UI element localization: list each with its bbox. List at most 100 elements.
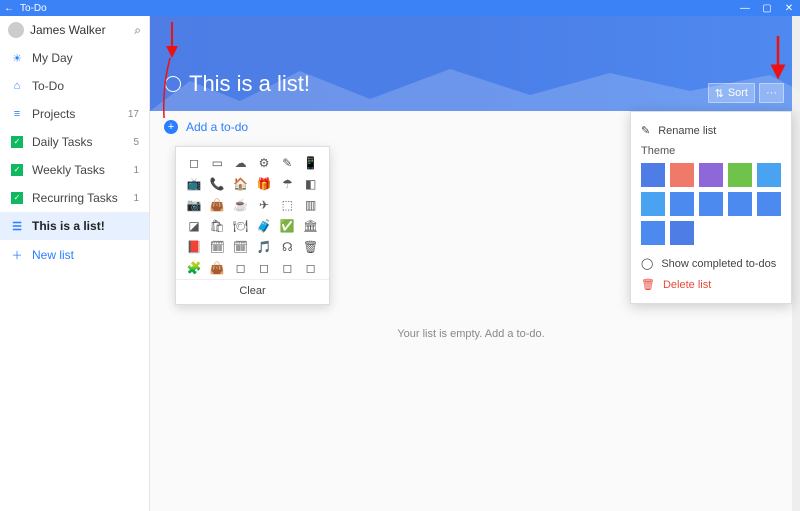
search-icon[interactable]: ⌕ [134,23,141,38]
bullet-list-icon: ☰ [10,220,24,233]
emoji-option[interactable]: ☕ [234,198,248,212]
list-emoji-button[interactable] [165,76,181,92]
emoji-option[interactable]: 📺 [187,177,201,191]
empty-list-message: Your list is empty. Add a to-do. [150,328,792,340]
sidebar-item-todo[interactable]: ⌂ To-Do [0,72,149,100]
delete-list-button[interactable]: 🗑 Delete list [641,274,781,295]
emoji-option[interactable]: 🧳 [257,219,271,233]
theme-swatch[interactable] [757,163,781,187]
list-title[interactable]: This is a list! [189,71,310,97]
sidebar-item-projects[interactable]: ≡ Projects 17 [0,100,149,128]
list-options-flyout: ✎ Rename list Theme ◯ Show completed to-… [630,111,792,304]
emoji-option[interactable]: 🍽 [234,219,248,233]
theme-swatch[interactable] [641,192,665,216]
emoji-picker-grid: ◻ ▭ ☁ ⚙ ✎ 📱 📺 📞 🏠 🎁 ☂ ◧ 📷 👜 ☕ ✈ ⬚ ▥ ◪ 🛍 🍽 🧳 ✅ 🏛 📕 🗓 🗓 🎵 ☊ 🗑 🧩 👜 ◻ ◻ ◻ ◻ [176,147,329,279]
list-options-button[interactable]: ··· [759,83,784,103]
theme-swatch[interactable] [641,221,665,245]
emoji-option[interactable]: 👜 [210,261,224,275]
theme-swatch[interactable] [699,163,723,187]
check-circle-icon: ◯ [641,257,653,270]
emoji-option[interactable]: 👜 [210,198,224,212]
emoji-option[interactable]: 🎵 [257,240,271,254]
sidebar-item-label: This is a list! [32,219,105,233]
emoji-option[interactable]: ☊ [280,240,294,254]
rename-list-button[interactable]: ✎ Rename list [641,120,781,141]
theme-swatch[interactable] [699,192,723,216]
sidebar-item-label: To-Do [32,79,64,93]
window-minimize-button[interactable]: — [734,3,756,14]
emoji-option[interactable]: 🏠 [234,177,248,191]
emoji-option[interactable]: 📞 [210,177,224,191]
sidebar-item-recurring-tasks[interactable]: ✓ Recurring Tasks 1 [0,184,149,212]
emoji-option[interactable]: ☂ [280,177,294,191]
emoji-option[interactable]: ▭ [210,156,224,170]
back-button[interactable]: ← [0,3,18,14]
theme-swatch[interactable] [670,163,694,187]
emoji-option[interactable]: 📱 [304,156,318,170]
theme-swatches [641,163,781,245]
emoji-picker-clear-button[interactable]: Clear [176,279,329,304]
sidebar-item-label: Projects [32,107,75,121]
new-list-button[interactable]: ＋ New list [0,240,149,270]
sort-icon: ⇅ [715,87,724,100]
sort-label: Sort [728,87,748,99]
sidebar-item-daily-tasks[interactable]: ✓ Daily Tasks 5 [0,128,149,156]
app-title: To-Do [18,3,734,14]
sidebar-item-my-day[interactable]: ☀ My Day [0,44,149,72]
avatar [8,22,24,38]
sidebar-item-weekly-tasks[interactable]: ✓ Weekly Tasks 1 [0,156,149,184]
emoji-option[interactable]: 🗓 [234,240,248,254]
show-completed-button[interactable]: ◯ Show completed to-dos [641,253,781,274]
emoji-option[interactable]: ☁ [234,156,248,170]
sidebar-item-label: Daily Tasks [32,135,92,149]
theme-heading: Theme [641,145,781,157]
emoji-option[interactable]: ⬚ [280,198,294,212]
emoji-option[interactable]: ⚙ [257,156,271,170]
sidebar: James Walker ⌕ ☀ My Day ⌂ To-Do ≡ Projec… [0,16,150,511]
emoji-picker: ◻ ▭ ☁ ⚙ ✎ 📱 📺 📞 🏠 🎁 ☂ ◧ 📷 👜 ☕ ✈ ⬚ ▥ ◪ 🛍 🍽 🧳 ✅ 🏛 📕 🗓 🗓 🎵 ☊ 🗑 🧩 👜 ◻ ◻ ◻ ◻ Cle… [175,146,330,305]
emoji-option[interactable]: 🗓 [210,240,224,254]
delete-list-label: Delete list [663,279,711,291]
theme-swatch[interactable] [641,163,665,187]
emoji-option[interactable]: ◻ [234,261,248,275]
main: This is a list! ⇅ Sort ··· + Add a to-do… [150,16,792,511]
theme-swatch[interactable] [728,163,752,187]
theme-swatch[interactable] [670,192,694,216]
new-list-label: New list [32,248,74,262]
theme-swatch[interactable] [670,221,694,245]
emoji-option[interactable]: ✈ [257,198,271,212]
emoji-option[interactable]: 🧩 [187,261,201,275]
theme-swatch[interactable] [728,192,752,216]
window-maximize-button[interactable]: ▢ [756,3,778,14]
emoji-option[interactable]: ▥ [304,198,318,212]
emoji-option[interactable]: ◻ [187,156,201,170]
emoji-option[interactable]: ✅ [280,219,294,233]
trash-icon: 🗑 [641,278,655,291]
sun-icon: ☀ [10,52,24,65]
emoji-option[interactable]: 📷 [187,198,201,212]
list-banner: This is a list! ⇅ Sort ··· [150,16,792,111]
plus-icon: ＋ [10,247,24,263]
sidebar-item-this-is-a-list[interactable]: ☰ This is a list! [0,212,149,240]
window-close-button[interactable]: ✕ [778,3,800,14]
emoji-option[interactable]: 🎁 [257,177,271,191]
sidebar-item-label: Recurring Tasks [32,191,118,205]
emoji-option[interactable]: ✎ [280,156,294,170]
emoji-option[interactable]: 🛍 [210,219,224,233]
emoji-option[interactable]: 📕 [187,240,201,254]
user-row[interactable]: James Walker ⌕ [0,16,149,44]
emoji-option[interactable]: ◻ [304,261,318,275]
check-icon: ✓ [10,164,24,176]
sidebar-item-label: My Day [32,51,73,65]
pencil-icon: ✎ [641,124,650,137]
emoji-option[interactable]: 🏛 [304,219,318,233]
emoji-option[interactable]: ◧ [304,177,318,191]
sidebar-item-label: Weekly Tasks [32,163,105,177]
theme-swatch[interactable] [757,192,781,216]
sort-button[interactable]: ⇅ Sort [708,83,755,103]
emoji-option[interactable]: 🗑 [304,240,318,254]
emoji-option[interactable]: ◻ [257,261,271,275]
emoji-option[interactable]: ◪ [187,219,201,233]
check-icon: ✓ [10,136,24,148]
emoji-option[interactable]: ◻ [280,261,294,275]
